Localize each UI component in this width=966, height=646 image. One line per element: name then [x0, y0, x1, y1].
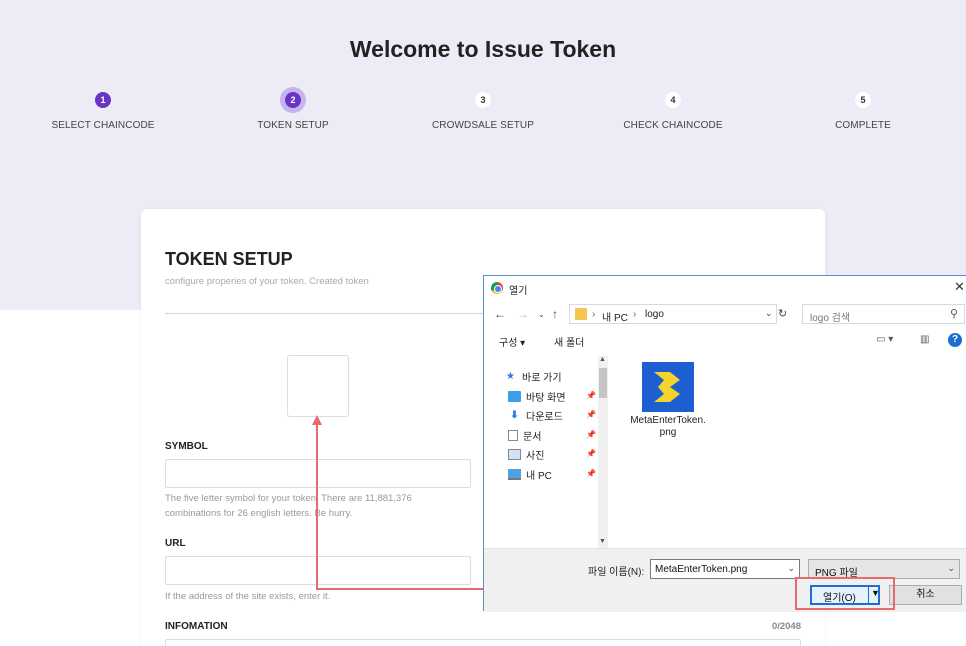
nav-item-downloads[interactable]: ⬇ 다운로드 — [508, 408, 563, 423]
help-icon[interactable]: ? — [948, 333, 962, 347]
filename-input[interactable]: MetaEnterToken.png ⌄ — [650, 559, 800, 579]
file-item-metaentertoken[interactable]: MetaEnterToken. png — [628, 362, 708, 439]
nav-item-my-pc[interactable]: 내 PC — [508, 467, 552, 482]
nav-item-quick-access[interactable]: ★ 바로 가기 — [504, 369, 562, 384]
pin-icon: 📌 — [586, 410, 596, 419]
pin-icon: 📌 — [586, 430, 596, 439]
new-folder-button[interactable]: 새 폴더 — [554, 334, 584, 349]
image-thumbnail — [642, 362, 694, 412]
pin-icon: 📌 — [586, 469, 596, 478]
pin-icon: 📌 — [586, 449, 596, 458]
breadcrumb-separator: › — [633, 309, 637, 320]
forward-arrow-icon[interactable]: → — [517, 307, 529, 321]
scroll-down-icon[interactable]: ▼ — [599, 538, 606, 545]
address-bar[interactable]: › 내 PC › logo ⌄ — [569, 304, 777, 324]
breadcrumb-logo[interactable]: logo — [645, 309, 664, 320]
picture-icon — [508, 449, 521, 460]
nav-item-label: 사진 — [526, 451, 545, 462]
download-icon: ⬇ — [510, 410, 519, 421]
nav-item-pictures[interactable]: 사진 — [508, 447, 544, 462]
file-name-line2: png — [659, 427, 677, 438]
dialog-title: 열기 — [509, 286, 528, 297]
refresh-icon[interactable]: ↻ — [778, 307, 787, 320]
organize-button[interactable]: 구성 ▾ — [499, 334, 525, 349]
scrollbar-thumb[interactable] — [599, 368, 607, 398]
search-icon: ⚲ — [949, 308, 958, 320]
desktop-icon — [508, 391, 521, 402]
navigation-scrollbar[interactable]: ▲ ▼ — [598, 356, 608, 548]
nav-item-label: 다운로드 — [526, 412, 563, 423]
computer-icon — [508, 469, 521, 480]
breadcrumb-my-pc[interactable]: 내 PC — [602, 309, 628, 324]
recent-dropdown-icon[interactable]: ⌄ — [538, 310, 545, 319]
filename-value: MetaEnterToken.png — [655, 564, 748, 575]
filetype-select[interactable]: PNG 파일 ⌄ — [808, 559, 960, 579]
view-options-icon[interactable]: ▭ ▾ — [876, 334, 893, 345]
folder-icon — [575, 308, 587, 320]
back-arrow-icon[interactable]: ← — [494, 307, 506, 321]
file-name-line1: MetaEnterToken. — [630, 415, 706, 426]
metaenter-logo-icon — [654, 372, 680, 402]
breadcrumb-separator: › — [592, 309, 596, 320]
pin-icon: 📌 — [586, 391, 596, 400]
chevron-down-icon[interactable]: ⌄ — [787, 563, 795, 574]
search-input[interactable]: logo 검색 ⚲ — [802, 304, 965, 324]
star-icon: ★ — [506, 371, 515, 382]
file-open-dialog: 열기 ✕ ← → ⌄ ↑ › 내 PC › logo ⌄ ↻ logo 검색 ⚲… — [483, 275, 966, 612]
scroll-up-icon[interactable]: ▲ — [599, 356, 606, 363]
cancel-button[interactable]: 취소 — [889, 585, 962, 605]
filename-label: 파일 이름(N): — [588, 567, 645, 578]
chrome-icon — [491, 282, 503, 294]
nav-item-label: 바탕 화면 — [526, 393, 566, 404]
nav-item-label: 바로 가기 — [522, 373, 562, 384]
document-icon — [508, 430, 518, 441]
search-placeholder: logo 검색 — [810, 313, 851, 324]
dialog-titlebar: 열기 ✕ — [484, 276, 966, 300]
annotation-highlight-box — [795, 577, 895, 610]
chevron-down-icon[interactable]: ⌄ — [765, 308, 773, 319]
up-arrow-icon[interactable]: ↑ — [552, 307, 558, 321]
preview-pane-icon[interactable]: ▥ — [920, 334, 929, 345]
nav-item-documents[interactable]: 문서 — [508, 428, 541, 443]
chevron-down-icon: ⌄ — [947, 563, 955, 573]
nav-item-label: 문서 — [523, 432, 542, 443]
nav-item-label: 내 PC — [526, 471, 552, 482]
close-icon[interactable]: ✕ — [954, 279, 965, 295]
nav-item-desktop[interactable]: 바탕 화면 — [508, 389, 566, 404]
